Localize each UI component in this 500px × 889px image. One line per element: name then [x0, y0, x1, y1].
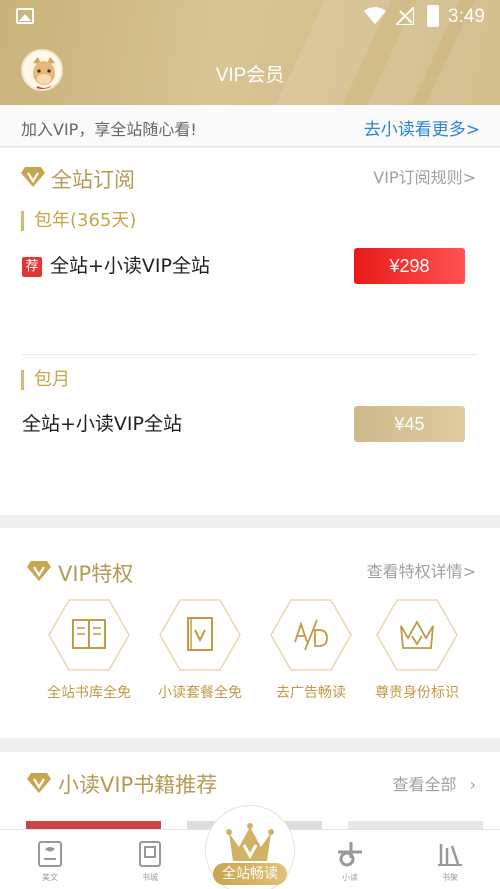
- page-title: VIP会员: [215, 65, 285, 86]
- recommend-badge: 荐: [22, 257, 42, 277]
- tab-label: 书城: [142, 873, 158, 882]
- monthly-price-button[interactable]: ¥45: [354, 406, 465, 442]
- status-time: 3:49: [448, 6, 485, 27]
- subscription-card: 全站订阅 VIP订阅规则> 包年(365天) 荐全站+小读VIP全站 ¥298 …: [0, 148, 500, 515]
- diamond-icon: [27, 561, 51, 581]
- plan-yearly-name-row: 荐全站+小读VIP全站: [22, 251, 210, 278]
- tab-label: 美文: [42, 873, 58, 882]
- plan-monthly-name: 全站+小读VIP全站: [22, 413, 182, 435]
- plan-monthly-label: 包月: [21, 370, 70, 390]
- tab-label: 小读: [342, 873, 358, 882]
- v-book-icon: [159, 599, 241, 671]
- battery-icon: [427, 5, 439, 27]
- privileges-card: VIP特权 查看特权详情> 全站书库全免 小读套餐全免 去广告畅读 尊贵身份标识: [0, 528, 500, 738]
- center-tab-label: 全站畅读: [213, 863, 287, 885]
- header-bar: 3:49 VIP会员: [0, 0, 500, 105]
- vip-crown-icon: [226, 823, 274, 861]
- privilege-identity[interactable]: 尊贵身份标识: [372, 598, 462, 702]
- privilege-label: 小读套餐全免: [158, 685, 242, 701]
- plan-yearly-label: 包年(365天): [21, 211, 136, 231]
- privilege-label: 全站书库全免: [47, 685, 131, 701]
- privileges-details-link[interactable]: 查看特权详情>: [367, 558, 476, 582]
- notice-bar: 加入VIP，享全站随心看! 去小读看更多>: [0, 105, 500, 147]
- privilege-label: 去广告畅读: [276, 685, 346, 701]
- bookstore-icon: [139, 841, 161, 867]
- gallery-notification-icon: [16, 8, 34, 24]
- subscription-title: 全站订阅: [51, 168, 135, 192]
- xiaodu-icon: [338, 842, 362, 867]
- privilege-package-free[interactable]: 小读套餐全免: [155, 598, 245, 702]
- tab-bookstore[interactable]: 书城: [120, 840, 180, 883]
- ad-free-icon: [270, 599, 352, 671]
- open-book-icon: [48, 599, 130, 671]
- tab-bookshelf[interactable]: 书架: [420, 840, 480, 883]
- status-bar: 3:49: [0, 0, 500, 34]
- more-link[interactable]: 去小读看更多>: [364, 115, 480, 140]
- view-all-link[interactable]: 查看全部 ›: [392, 771, 476, 795]
- bookshelf-icon: [438, 844, 462, 866]
- chevron-right-icon: ›: [469, 775, 476, 794]
- diamond-icon: [21, 167, 45, 187]
- signal-icon: [396, 7, 414, 25]
- diamond-icon: [27, 773, 51, 793]
- divider: [22, 354, 478, 355]
- crown-icon: [376, 599, 458, 671]
- notice-text: 加入VIP，享全站随心看!: [21, 120, 197, 139]
- privileges-title: VIP特权: [58, 562, 134, 586]
- tab-label: 书架: [442, 873, 458, 882]
- privilege-library-free[interactable]: 全站书库全免: [44, 598, 134, 702]
- view-all-label: 查看全部: [392, 775, 457, 794]
- privilege-ad-free[interactable]: 去广告畅读: [266, 598, 356, 702]
- privilege-label: 尊贵身份标识: [375, 685, 459, 701]
- article-icon: [38, 841, 62, 867]
- recommend-title: 小读VIP书籍推荐: [58, 773, 218, 797]
- yearly-price-button[interactable]: ¥298: [354, 248, 465, 284]
- subscription-rules-link[interactable]: VIP订阅规则>: [373, 164, 476, 188]
- tab-vip-reading[interactable]: 全站畅读: [205, 805, 295, 889]
- wifi-icon: [364, 7, 386, 24]
- plan-yearly-name: 全站+小读VIP全站: [50, 255, 210, 277]
- tab-xiaodu[interactable]: 小读: [320, 840, 380, 883]
- tab-articles[interactable]: 美文: [20, 840, 80, 883]
